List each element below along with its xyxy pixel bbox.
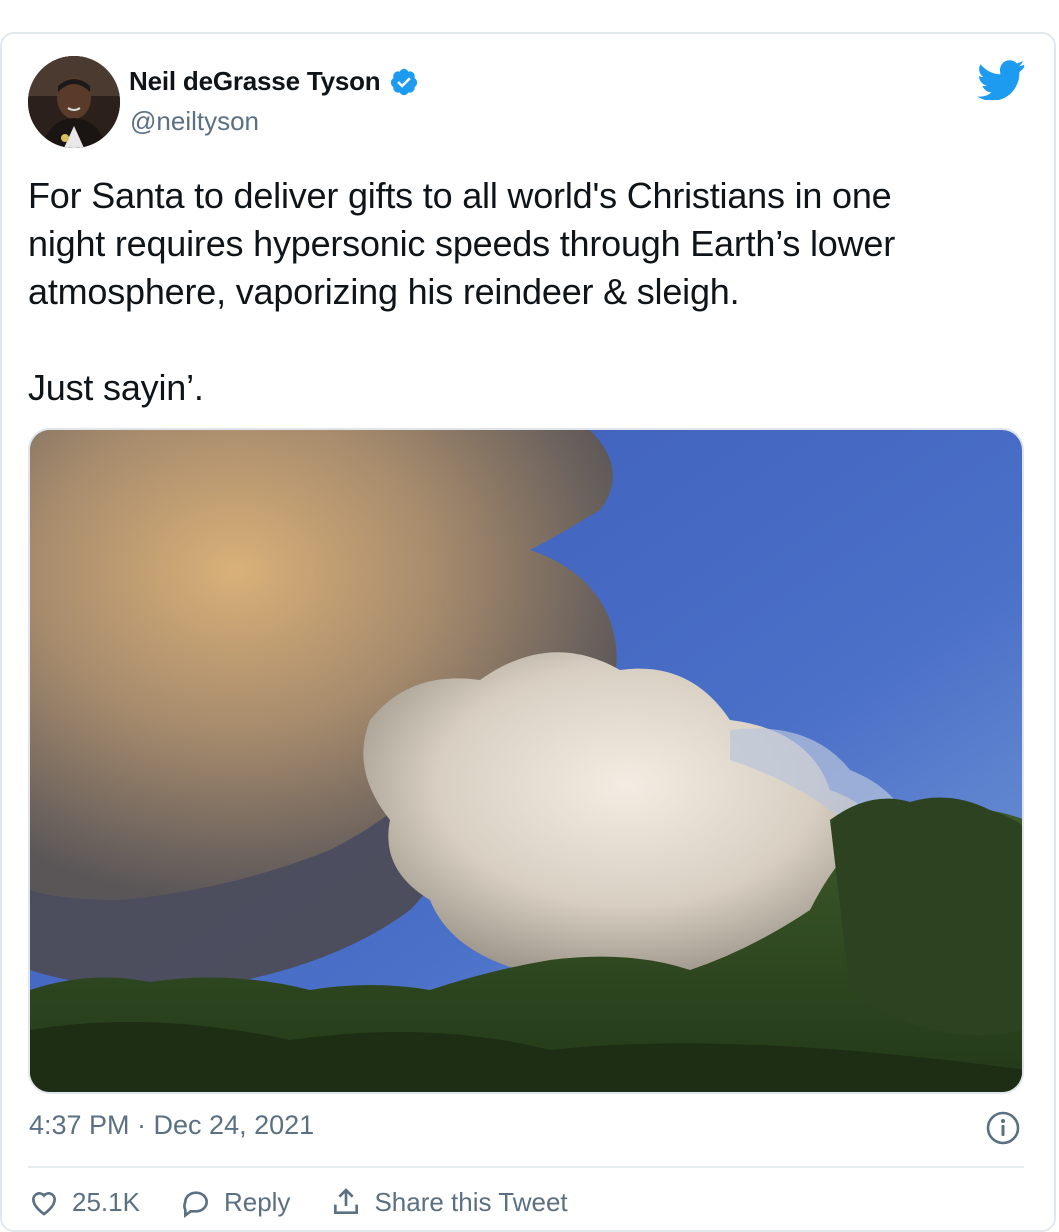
reply-label: Reply (223, 1186, 291, 1217)
twitter-bird-icon[interactable] (977, 60, 1025, 101)
reply-icon (183, 1191, 208, 1218)
author-name-row[interactable]: Neil deGrasse Tyson (129, 66, 419, 97)
reply-action[interactable]: Reply (180, 1186, 290, 1218)
like-action[interactable]: 25.1K (28, 1186, 140, 1218)
info-icon[interactable] (985, 1110, 1021, 1146)
tweet-timestamp[interactable]: 4:37 PM · Dec 24, 2021 (29, 1110, 314, 1141)
tweet-actions: 25.1K Reply Share this Tweet (28, 1186, 568, 1218)
author-handle[interactable]: @neiltyson (130, 106, 259, 137)
share-label: Share this Tweet (374, 1186, 568, 1217)
like-count: 25.1K (72, 1186, 140, 1217)
tweet-photo[interactable] (28, 428, 1024, 1094)
heart-icon (31, 1192, 57, 1216)
share-icon (334, 1188, 359, 1214)
divider (28, 1166, 1024, 1168)
avatar[interactable] (28, 56, 120, 148)
tweet-text: For Santa to deliver gifts to all world'… (28, 175, 896, 408)
author-display-name[interactable]: Neil deGrasse Tyson (129, 66, 381, 97)
share-action[interactable]: Share this Tweet (330, 1186, 568, 1218)
verified-badge-icon (389, 67, 419, 97)
